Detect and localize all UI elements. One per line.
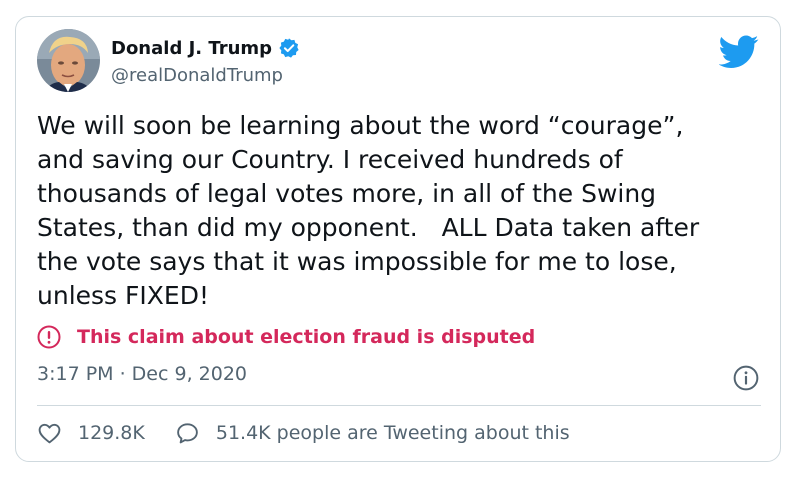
conversation-link[interactable]: 51.4K people are Tweeting about this — [216, 422, 570, 444]
avatar[interactable] — [37, 29, 100, 92]
disputed-label-text[interactable]: This claim about election fraud is dispu… — [77, 326, 535, 348]
tweet-timestamp[interactable]: 3:17 PM · Dec 9, 2020 — [37, 363, 247, 385]
like-count[interactable]: 129.8K — [78, 422, 145, 444]
info-icon[interactable] — [733, 365, 759, 391]
heart-icon[interactable] — [37, 421, 62, 446]
divider — [37, 405, 761, 406]
tweet-text: We will soon be learning about the word … — [37, 111, 700, 310]
disputed-label-icon — [37, 325, 61, 349]
disputed-claim-label[interactable]: This claim about election fraud is dispu… — [37, 325, 535, 349]
author-handle[interactable]: @realDonaldTrump — [111, 65, 283, 86]
twitter-bird-icon[interactable] — [719, 35, 759, 69]
reply-bubble-icon[interactable] — [175, 421, 200, 446]
verified-badge-icon — [279, 38, 299, 58]
author-display-name[interactable]: Donald J. Trump — [111, 37, 300, 59]
engagement-bar: 129.8K 51.4K people are Tweeting about t… — [37, 419, 570, 447]
author-name-text[interactable]: Donald J. Trump — [111, 38, 272, 59]
tweet-card[interactable]: Donald J. Trump @realDonaldTrump We will… — [15, 16, 781, 462]
